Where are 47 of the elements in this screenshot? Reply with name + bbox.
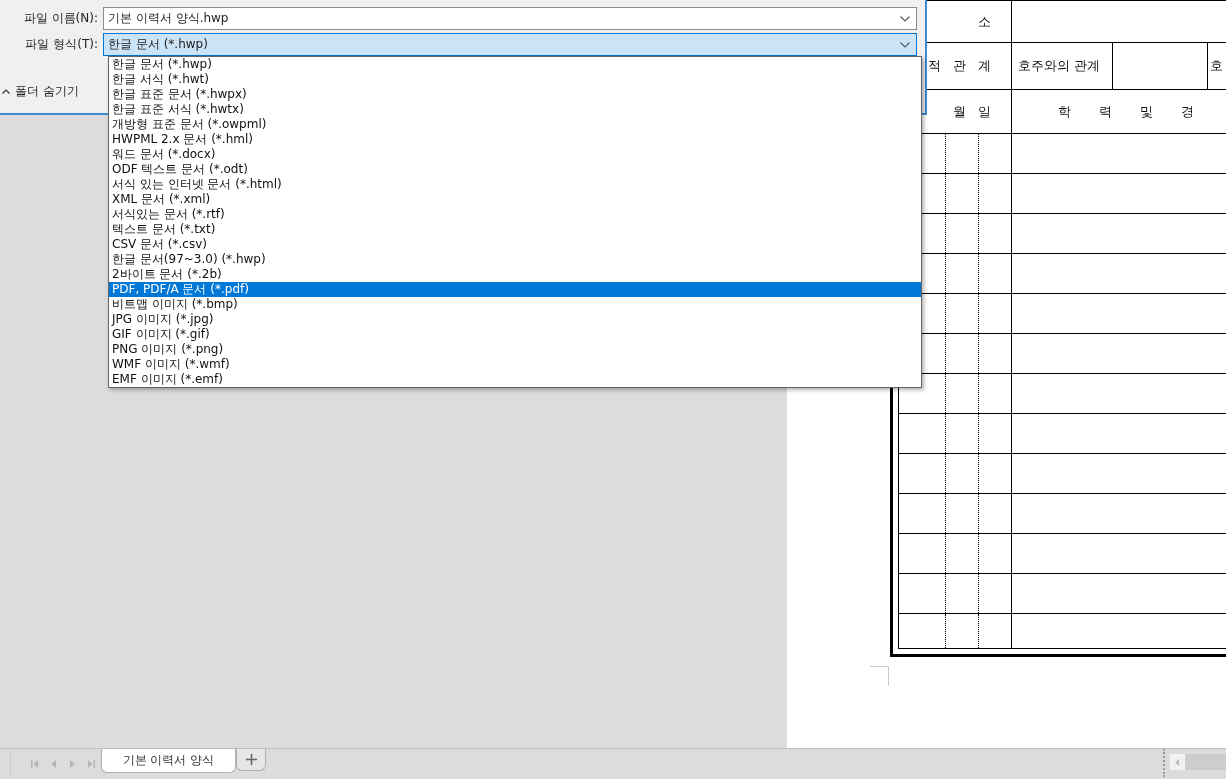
file-type-option[interactable]: PDF, PDF/A 문서 (*.pdf): [109, 282, 921, 297]
file-type-option[interactable]: 2바이트 문서 (*.2b): [109, 267, 921, 282]
scroll-left-icon[interactable]: [1170, 754, 1185, 770]
file-type-option[interactable]: GIF 이미지 (*.gif): [109, 327, 921, 342]
file-type-option[interactable]: 한글 문서(97~3.0) (*.hwp): [109, 252, 921, 267]
previous-sheet-icon[interactable]: [51, 760, 57, 768]
file-type-option[interactable]: 한글 표준 서식 (*.hwtx): [109, 102, 921, 117]
file-type-option[interactable]: 워드 문서 (*.docx): [109, 147, 921, 162]
sheet-tab[interactable]: 기본 이력서 양식: [101, 749, 236, 773]
table-label: 적 관 계: [927, 58, 991, 73]
file-type-option[interactable]: 서식 있는 인터넷 문서 (*.html): [109, 177, 921, 192]
file-type-option[interactable]: JPG 이미지 (*.jpg): [109, 312, 921, 327]
plus-icon: [245, 754, 257, 765]
file-type-option[interactable]: 서식있는 문서 (*.rtf): [109, 207, 921, 222]
file-type-option[interactable]: 개방형 표준 문서 (*.owpml): [109, 117, 921, 132]
chevron-down-icon[interactable]: [900, 15, 910, 22]
file-type-option[interactable]: CSV 문서 (*.csv): [109, 237, 921, 252]
splitter-handle[interactable]: [1163, 749, 1165, 777]
file-type-option[interactable]: 비트맵 이미지 (*.bmp): [109, 297, 921, 312]
page-corner-mark: [870, 666, 889, 686]
hide-folders-button[interactable]: 폴더 숨기기: [0, 83, 79, 100]
file-type-option[interactable]: ODF 텍스트 문서 (*.odt): [109, 162, 921, 177]
table-label: 학 력 및 경: [1058, 103, 1195, 119]
next-sheet-icon[interactable]: [69, 760, 75, 768]
file-type-option[interactable]: HWPML 2.x 문서 (*.hml): [109, 132, 921, 147]
file-type-option[interactable]: 텍스트 문서 (*.txt): [109, 222, 921, 237]
file-type-dropdown[interactable]: 한글 문서 (*.hwp): [103, 33, 917, 56]
file-type-option[interactable]: 한글 문서 (*.hwp): [109, 57, 921, 72]
file-name-label: 파일 이름(N):: [22, 10, 99, 27]
file-type-label: 파일 형식(T):: [24, 36, 99, 53]
file-type-option[interactable]: PNG 이미지 (*.png): [109, 342, 921, 357]
file-type-option[interactable]: 한글 서식 (*.hwt): [109, 72, 921, 87]
add-sheet-button[interactable]: [236, 749, 266, 771]
table-label: 소: [978, 13, 991, 29]
file-name-field[interactable]: 기본 이력서 양식.hwp: [103, 7, 917, 30]
chevron-down-icon[interactable]: [900, 41, 910, 48]
file-type-option[interactable]: XML 문서 (*.xml): [109, 192, 921, 207]
table-label: 호주와의 관계: [1018, 58, 1101, 73]
file-type-option[interactable]: EMF 이미지 (*.emf): [109, 372, 921, 387]
horizontal-scrollbar[interactable]: [1170, 754, 1226, 770]
table-label: 호: [1210, 58, 1223, 73]
first-sheet-icon[interactable]: [31, 760, 39, 768]
table-label: 월 일: [952, 103, 991, 119]
file-type-option[interactable]: WMF 이미지 (*.wmf): [109, 357, 921, 372]
file-type-option[interactable]: 한글 표준 문서 (*.hwpx): [109, 87, 921, 102]
caret-up-icon: [2, 89, 10, 94]
last-sheet-icon[interactable]: [87, 760, 95, 768]
